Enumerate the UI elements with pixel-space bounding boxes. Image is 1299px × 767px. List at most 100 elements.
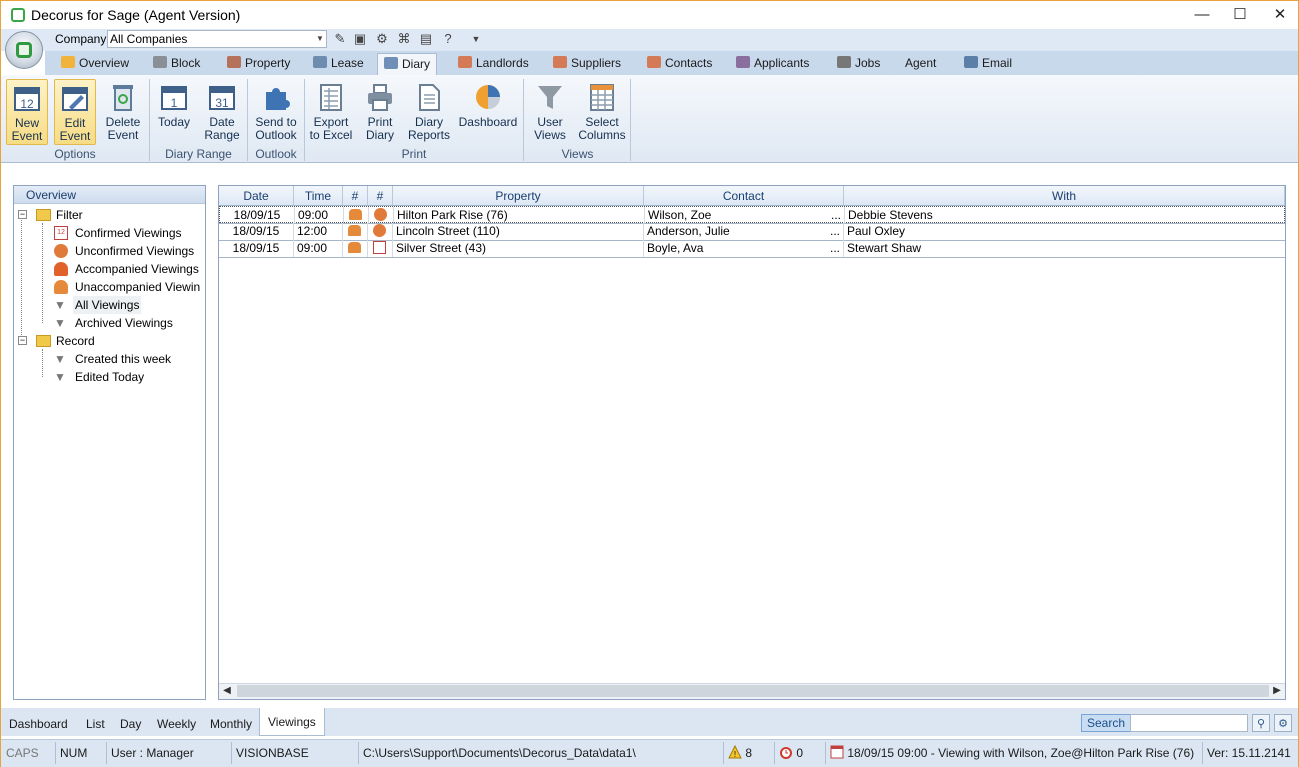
search-input[interactable] bbox=[1130, 714, 1248, 732]
screen-icon[interactable]: ▣ bbox=[351, 30, 369, 48]
binoculars-icon[interactable]: ⚲ bbox=[1252, 714, 1270, 732]
svg-text:!: ! bbox=[734, 750, 736, 759]
advanced-search-icon[interactable]: ⚙ bbox=[1274, 714, 1292, 732]
data-path: C:\Users\Support\Documents\Decorus_Data\… bbox=[358, 742, 722, 764]
num-indicator: NUM bbox=[55, 742, 105, 764]
edit-event-button[interactable]: Edit Event bbox=[54, 79, 96, 145]
customize-qat-icon[interactable]: ▼ bbox=[467, 30, 485, 48]
tab-day[interactable]: Day bbox=[115, 711, 146, 735]
scroll-left-icon[interactable]: ◀ bbox=[219, 683, 235, 699]
scroll-right-icon[interactable]: ▶ bbox=[1269, 683, 1285, 699]
contact-more-button[interactable]: ... bbox=[830, 240, 840, 257]
cell-time: 09:00 bbox=[294, 240, 343, 257]
ribbon-separator bbox=[630, 79, 631, 161]
tab-landlords[interactable]: Landlords bbox=[452, 53, 535, 75]
group-label-options: Options bbox=[54, 147, 96, 161]
tree-line bbox=[42, 349, 43, 377]
column-header-time[interactable]: Time bbox=[294, 186, 343, 206]
tab-list[interactable]: List bbox=[81, 711, 110, 735]
contact-more-button[interactable]: ... bbox=[830, 223, 840, 240]
column-header-contact[interactable]: Contact bbox=[644, 186, 844, 206]
tab-suppliers[interactable]: Suppliers bbox=[547, 53, 627, 75]
people-icon bbox=[348, 225, 361, 236]
tab-applicants[interactable]: Applicants bbox=[730, 53, 815, 75]
tree-unconfirmed-viewings[interactable]: Unconfirmed Viewings bbox=[75, 242, 194, 260]
table-row[interactable]: 18/09/15 09:00 Hilton Park Rise (76) Wil… bbox=[219, 206, 1285, 224]
tree-record[interactable]: Record bbox=[56, 332, 95, 350]
today-button[interactable]: 1 Today bbox=[153, 79, 195, 145]
maximize-button[interactable]: ☐ bbox=[1225, 5, 1255, 25]
date-range-button[interactable]: 31 Date Range bbox=[200, 79, 244, 145]
wrench-icon[interactable]: ✎ bbox=[331, 30, 349, 48]
print-diary-button[interactable]: Print Diary bbox=[359, 79, 401, 145]
tab-contacts[interactable]: Contacts bbox=[641, 53, 718, 75]
tree-created-this-week[interactable]: Created this week bbox=[75, 350, 171, 368]
collapse-record-icon[interactable]: − bbox=[18, 336, 27, 345]
column-header-property[interactable]: Property bbox=[393, 186, 644, 206]
tab-viewings[interactable]: Viewings bbox=[259, 708, 325, 736]
select-columns-button[interactable]: Select Columns bbox=[576, 79, 628, 145]
close-button[interactable]: ✕ bbox=[1265, 5, 1295, 25]
new-event-button[interactable]: 12 New Event bbox=[6, 79, 48, 145]
collapse-filter-icon[interactable]: − bbox=[18, 210, 27, 219]
send-to-outlook-button[interactable]: Send to Outlook bbox=[251, 79, 301, 145]
tab-diary[interactable]: Diary bbox=[377, 53, 438, 75]
company-label: Company bbox=[55, 32, 107, 46]
tab-block[interactable]: Block bbox=[147, 53, 206, 75]
user-status: User : Manager bbox=[106, 742, 230, 764]
cell-status bbox=[368, 223, 393, 240]
delete-event-button[interactable]: Delete Event bbox=[101, 79, 145, 145]
search-button[interactable]: Search bbox=[1081, 714, 1131, 732]
tree-unaccompanied-viewings[interactable]: Unaccompanied Viewin bbox=[75, 278, 205, 296]
calendar-today-icon: 1 bbox=[161, 86, 187, 110]
tab-overview[interactable]: Overview bbox=[55, 53, 135, 75]
version-status: Ver: 15.11.2141 bbox=[1202, 742, 1298, 764]
settings-icon[interactable]: ⚙ bbox=[373, 30, 391, 48]
export-to-excel-button[interactable]: Export to Excel bbox=[308, 79, 354, 145]
column-header-type[interactable]: # bbox=[343, 186, 368, 206]
document-icon[interactable]: ▤ bbox=[417, 30, 435, 48]
tree-archived-viewings[interactable]: Archived Viewings bbox=[75, 314, 173, 332]
tab-email[interactable]: Email bbox=[958, 53, 1018, 75]
warnings-indicator[interactable]: ! 8 bbox=[723, 742, 773, 764]
table-row[interactable]: 18/09/15 12:00 Lincoln Street (110) Ande… bbox=[219, 223, 1285, 240]
user-views-button[interactable]: User Views bbox=[528, 79, 572, 145]
help-icon[interactable]: ? bbox=[439, 30, 457, 48]
viewings-grid bbox=[218, 185, 1286, 700]
tree-filter[interactable]: Filter bbox=[56, 206, 83, 224]
cell-type bbox=[343, 240, 368, 257]
diary-reports-button[interactable]: Diary Reports bbox=[406, 79, 452, 145]
alarms-indicator[interactable]: 0 bbox=[774, 742, 824, 764]
tree-accompanied-viewings[interactable]: Accompanied Viewings bbox=[75, 260, 199, 278]
dashboard-button[interactable]: Dashboard bbox=[456, 79, 520, 145]
cell-time: 09:00 bbox=[295, 207, 344, 224]
network-icon[interactable]: ⌘ bbox=[395, 30, 413, 48]
funnel-icon: ▼ bbox=[54, 352, 66, 366]
tab-agent[interactable]: Agent bbox=[899, 53, 942, 75]
column-header-date[interactable]: Date bbox=[219, 186, 294, 206]
svg-text:31: 31 bbox=[215, 96, 229, 110]
company-select[interactable]: All Companies bbox=[107, 30, 327, 48]
tab-weekly[interactable]: Weekly bbox=[152, 711, 201, 735]
database-status: VISIONBASE bbox=[231, 742, 357, 764]
contact-name: Anderson, Julie bbox=[647, 224, 730, 238]
tree-edited-today[interactable]: Edited Today bbox=[75, 368, 144, 386]
tree-all-viewings[interactable]: All Viewings bbox=[73, 296, 142, 314]
group-label-views: Views bbox=[561, 147, 594, 161]
applicants-icon bbox=[736, 56, 750, 68]
cell-status bbox=[368, 240, 393, 257]
column-header-with[interactable]: With bbox=[844, 186, 1285, 206]
scrollbar-thumb[interactable] bbox=[237, 685, 1269, 697]
tab-dashboard[interactable]: Dashboard bbox=[4, 711, 73, 735]
tab-lease[interactable]: Lease bbox=[307, 53, 370, 75]
tab-monthly[interactable]: Monthly bbox=[205, 711, 257, 735]
tab-jobs[interactable]: Jobs bbox=[831, 53, 886, 75]
contact-more-button[interactable]: ... bbox=[831, 207, 841, 224]
table-row[interactable]: 18/09/15 09:00 Silver Street (43) Boyle,… bbox=[219, 240, 1285, 257]
minimize-button[interactable]: — bbox=[1187, 5, 1217, 25]
chevron-down-icon[interactable]: ▼ bbox=[313, 30, 327, 48]
tree-confirmed-viewings[interactable]: Confirmed Viewings bbox=[75, 224, 182, 242]
column-header-status[interactable]: # bbox=[368, 186, 393, 206]
tab-property[interactable]: Property bbox=[221, 53, 296, 75]
current-event-status[interactable]: 18/09/15 09:00 - Viewing with Wilson, Zo… bbox=[825, 742, 1201, 764]
